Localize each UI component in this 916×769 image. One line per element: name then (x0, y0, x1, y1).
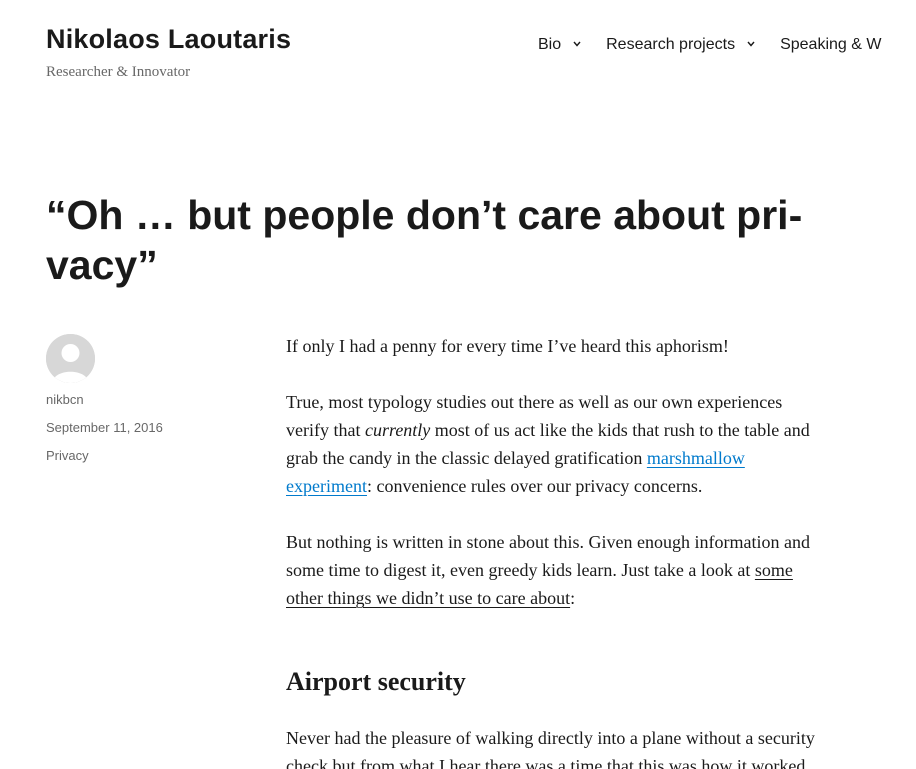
paragraph-line: check but from what I hear there was a t… (286, 756, 806, 769)
chevron-down-icon[interactable] (573, 41, 581, 48)
paragraph-line: other things we didn’t use to care about… (286, 584, 575, 612)
nav-item-label: Research projects (606, 36, 736, 53)
post-date-link[interactable]: September 11, 2016 (46, 420, 163, 435)
text: some time to digest it, even greedy kids… (286, 560, 755, 580)
chevron-down-icon[interactable] (747, 41, 755, 48)
paragraph-line: experiment: convenience rules over our p… (286, 472, 702, 500)
nav-item-bio[interactable]: Bio (538, 35, 581, 55)
paragraph: If only I had a penny for every time I’v… (286, 336, 729, 356)
post-title: “Oh … but people don’t care about pri- v… (46, 190, 846, 290)
post-category-link[interactable]: Privacy (46, 448, 89, 463)
site-title[interactable]: Nikolaos Laoutaris (46, 24, 291, 55)
paragraph-line: Never had the pleasure of walking direct… (286, 728, 815, 748)
marshmallow-experiment-link[interactable]: marshmallow (647, 448, 745, 468)
section-heading: Airport security (286, 667, 466, 696)
text: : (570, 588, 576, 608)
nav-item-speaking[interactable]: Speaking & W (780, 35, 881, 55)
nav-item-label: Speaking & W (780, 36, 882, 53)
paragraph-line: grab the candy in the classic delayed gr… (286, 444, 745, 472)
avatar[interactable] (46, 334, 95, 383)
paragraph-line: verify that currently most of us act lik… (286, 416, 810, 444)
paragraph-line: some time to digest it, even greedy kids… (286, 556, 793, 584)
paragraph-line: True, most typology studies out there as… (286, 392, 783, 412)
text: grab the candy in the classic delayed gr… (286, 448, 647, 468)
main-navigation: Bio Research projects Speaking & W (538, 35, 907, 55)
emphasis: currently (364, 420, 431, 440)
page: Nikolaos Laoutaris Researcher & Innovato… (0, 0, 916, 769)
avatar-icon (46, 334, 95, 383)
post-title-line: “Oh … but people don’t care about pri- (46, 192, 803, 238)
marshmallow-experiment-link[interactable]: experiment (286, 476, 367, 496)
text: verify that (286, 420, 365, 440)
post-author-link[interactable]: nikbcn (46, 392, 84, 407)
paragraph-line: But nothing is written in stone about th… (286, 532, 810, 552)
post-title-line: vacy” (46, 242, 158, 288)
text: : convenience rules over our privacy con… (366, 476, 703, 496)
text: most of us act like the kids that rush t… (430, 420, 810, 440)
other-things-link[interactable]: other things we didn’t use to care about (286, 588, 570, 608)
nav-item-research-projects[interactable]: Research projects (606, 35, 755, 55)
site-tagline: Researcher & Innovator (46, 64, 191, 80)
nav-item-label: Bio (538, 36, 562, 53)
other-things-link[interactable]: some (755, 560, 793, 580)
